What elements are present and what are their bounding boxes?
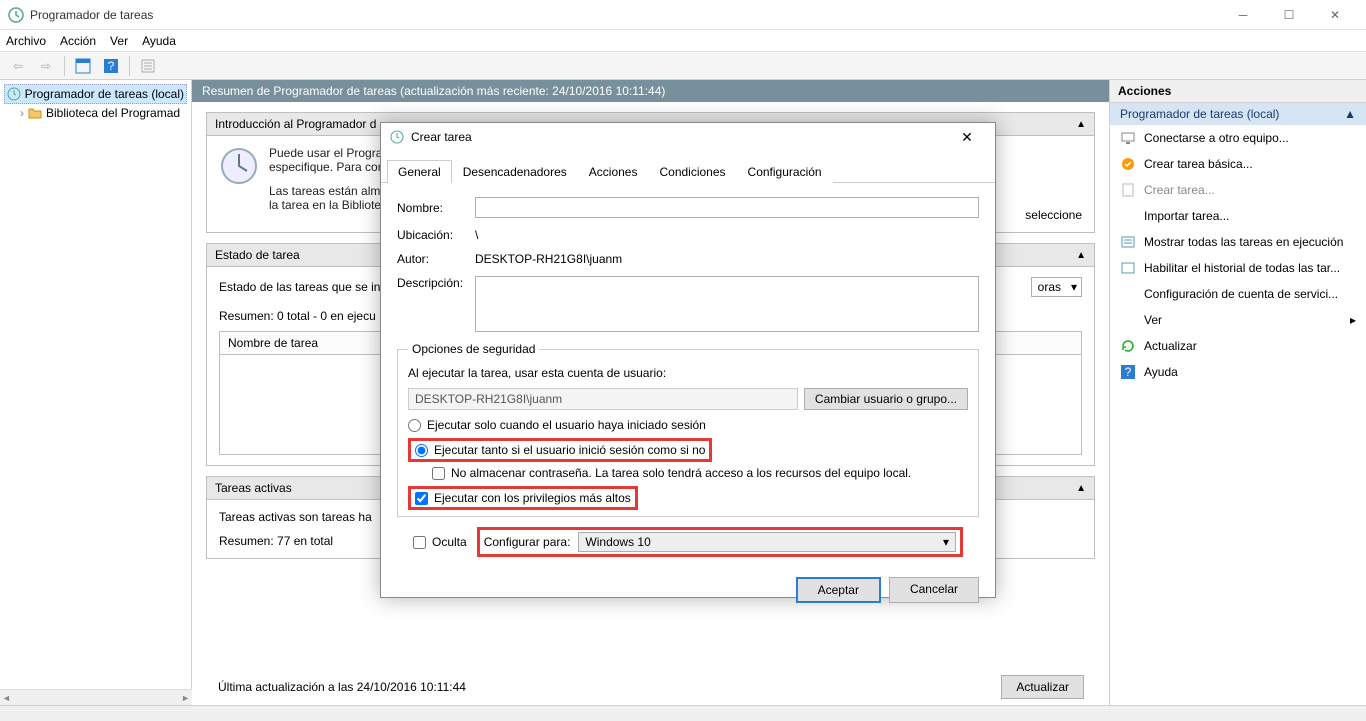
tree-scrollbar[interactable]: ◄►: [0, 689, 192, 705]
folder-icon: [28, 106, 42, 120]
change-user-button[interactable]: Cambiar usuario o grupo...: [804, 388, 968, 410]
expand-icon[interactable]: ›: [20, 106, 24, 120]
cancel-button[interactable]: Cancelar: [889, 577, 979, 603]
tree-panel: Programador de tareas (local) › Bibliote…: [0, 80, 192, 705]
dialog-title: Crear tarea: [411, 130, 947, 144]
check-highest-privileges[interactable]: Ejecutar con los privilegios más altos: [415, 491, 631, 505]
actions-panel: Acciones Programador de tareas (local)▲ …: [1110, 80, 1366, 705]
svg-text:?: ?: [108, 59, 115, 73]
action-help[interactable]: ?Ayuda: [1110, 359, 1366, 385]
toolbar-props-icon[interactable]: [136, 55, 160, 77]
list-icon: [1120, 234, 1136, 250]
clock-icon: [8, 7, 24, 23]
description-input[interactable]: [475, 276, 979, 332]
menu-help[interactable]: Ayuda: [142, 34, 176, 48]
history-icon: [1120, 260, 1136, 276]
task-icon: [1120, 182, 1136, 198]
runas-label: Al ejecutar la tarea, usar esta cuenta d…: [408, 366, 666, 380]
action-import[interactable]: Importar tarea...: [1110, 203, 1366, 229]
action-connect[interactable]: Conectarse a otro equipo...: [1110, 125, 1366, 151]
action-create-basic[interactable]: Crear tarea básica...: [1110, 151, 1366, 177]
maximize-button[interactable]: ☐: [1266, 0, 1312, 30]
name-label: Nombre:: [397, 201, 475, 215]
security-fieldset: Opciones de seguridad Al ejecutar la tar…: [397, 342, 979, 517]
menu-file[interactable]: Archivo: [6, 34, 46, 48]
action-view[interactable]: Ver▸: [1110, 307, 1366, 333]
configure-for-select[interactable]: Windows 10▾: [578, 532, 956, 552]
action-show-running[interactable]: Mostrar todas las tareas en ejecución: [1110, 229, 1366, 255]
dialog-tabs: General Desencadenadores Acciones Condic…: [381, 159, 995, 183]
tree-root[interactable]: Programador de tareas (local): [4, 84, 187, 104]
svg-text:?: ?: [1125, 365, 1132, 379]
wizard-icon: [1120, 156, 1136, 172]
location-label: Ubicación:: [397, 228, 475, 242]
tab-triggers[interactable]: Desencadenadores: [452, 160, 578, 183]
radio-loggedon[interactable]: Ejecutar solo cuando el usuario haya ini…: [408, 418, 968, 432]
create-task-dialog: Crear tarea ✕ General Desencadenadores A…: [380, 122, 996, 598]
toolbar-panel-icon[interactable]: [71, 55, 95, 77]
tab-conditions[interactable]: Condiciones: [648, 160, 736, 183]
dialog-close-button[interactable]: ✕: [947, 123, 987, 151]
action-enable-history[interactable]: Habilitar el historial de todas las tar.…: [1110, 255, 1366, 281]
action-create-task[interactable]: Crear tarea...: [1110, 177, 1366, 203]
collapse-icon[interactable]: ▲: [1076, 250, 1086, 261]
action-refresh[interactable]: Actualizar: [1110, 333, 1366, 359]
clock-icon: [7, 87, 21, 101]
check-hidden[interactable]: Oculta: [413, 535, 467, 549]
tree-root-label: Programador de tareas (local): [25, 87, 184, 101]
author-value: DESKTOP-RH21G8I\juanm: [475, 252, 979, 266]
tree-library-label: Biblioteca del Programad: [46, 106, 180, 120]
minimize-button[interactable]: ─: [1220, 0, 1266, 30]
collapse-icon[interactable]: ▲: [1076, 119, 1086, 130]
description-label: Descripción:: [397, 276, 475, 290]
refresh-button[interactable]: Actualizar: [1001, 675, 1084, 699]
active-line: Tareas activas son tareas ha: [219, 510, 372, 524]
collapse-icon[interactable]: ▲: [1076, 483, 1086, 494]
location-value: \: [475, 228, 979, 242]
status-summary: Resumen: 0 total - 0 en ejecu: [219, 309, 376, 323]
center-header: Resumen de Programador de tareas (actual…: [192, 80, 1109, 102]
active-title: Tareas activas: [215, 481, 292, 495]
status-line: Estado de las tareas que se ini: [219, 280, 383, 294]
ok-button[interactable]: Aceptar: [796, 577, 881, 603]
clock-big-icon: [219, 146, 259, 186]
last-update-label: Última actualización a las 24/10/2016 10…: [218, 680, 466, 694]
configure-for-label: Configurar para:: [484, 535, 571, 549]
nav-back-button[interactable]: ⇦: [6, 55, 30, 77]
window-title: Programador de tareas: [30, 8, 1220, 22]
intro-title: Introducción al Programador d: [215, 117, 376, 131]
tree-library[interactable]: › Biblioteca del Programad: [4, 104, 187, 122]
tab-general[interactable]: General: [387, 160, 452, 183]
window-titlebar: Programador de tareas ─ ☐ ✕: [0, 0, 1366, 30]
nav-forward-button[interactable]: ⇨: [34, 55, 58, 77]
action-account-config[interactable]: Configuración de cuenta de servici...: [1110, 281, 1366, 307]
runas-user: DESKTOP-RH21G8I\juanm: [408, 388, 798, 410]
collapse-icon[interactable]: ▲: [1344, 107, 1356, 121]
actions-header: Acciones: [1110, 80, 1366, 103]
author-label: Autor:: [397, 252, 475, 266]
tab-config[interactable]: Configuración: [737, 160, 833, 183]
tab-actions[interactable]: Acciones: [578, 160, 649, 183]
help-icon: ?: [1120, 364, 1136, 380]
close-button[interactable]: ✕: [1312, 0, 1358, 30]
clock-icon: [389, 129, 405, 145]
refresh-icon: [1120, 338, 1136, 354]
menu-view[interactable]: Ver: [110, 34, 128, 48]
toolbar-help-icon[interactable]: ?: [99, 55, 123, 77]
active-summary: Resumen: 77 en total: [219, 534, 333, 548]
status-title: Estado de tarea: [215, 248, 300, 262]
toolbar: ⇦ ⇨ ?: [0, 52, 1366, 80]
menu-action[interactable]: Acción: [60, 34, 96, 48]
actions-group: Programador de tareas (local)▲: [1110, 103, 1366, 125]
menubar: Archivo Acción Ver Ayuda: [0, 30, 1366, 52]
statusbar: [0, 705, 1366, 721]
period-select[interactable]: oras▾: [1031, 277, 1082, 297]
computer-icon: [1120, 130, 1136, 146]
check-nopassword[interactable]: No almacenar contraseña. La tarea solo t…: [432, 466, 968, 480]
security-legend: Opciones de seguridad: [408, 342, 539, 356]
name-input[interactable]: [475, 197, 979, 218]
radio-always[interactable]: Ejecutar tanto si el usuario inició sesi…: [415, 443, 705, 457]
